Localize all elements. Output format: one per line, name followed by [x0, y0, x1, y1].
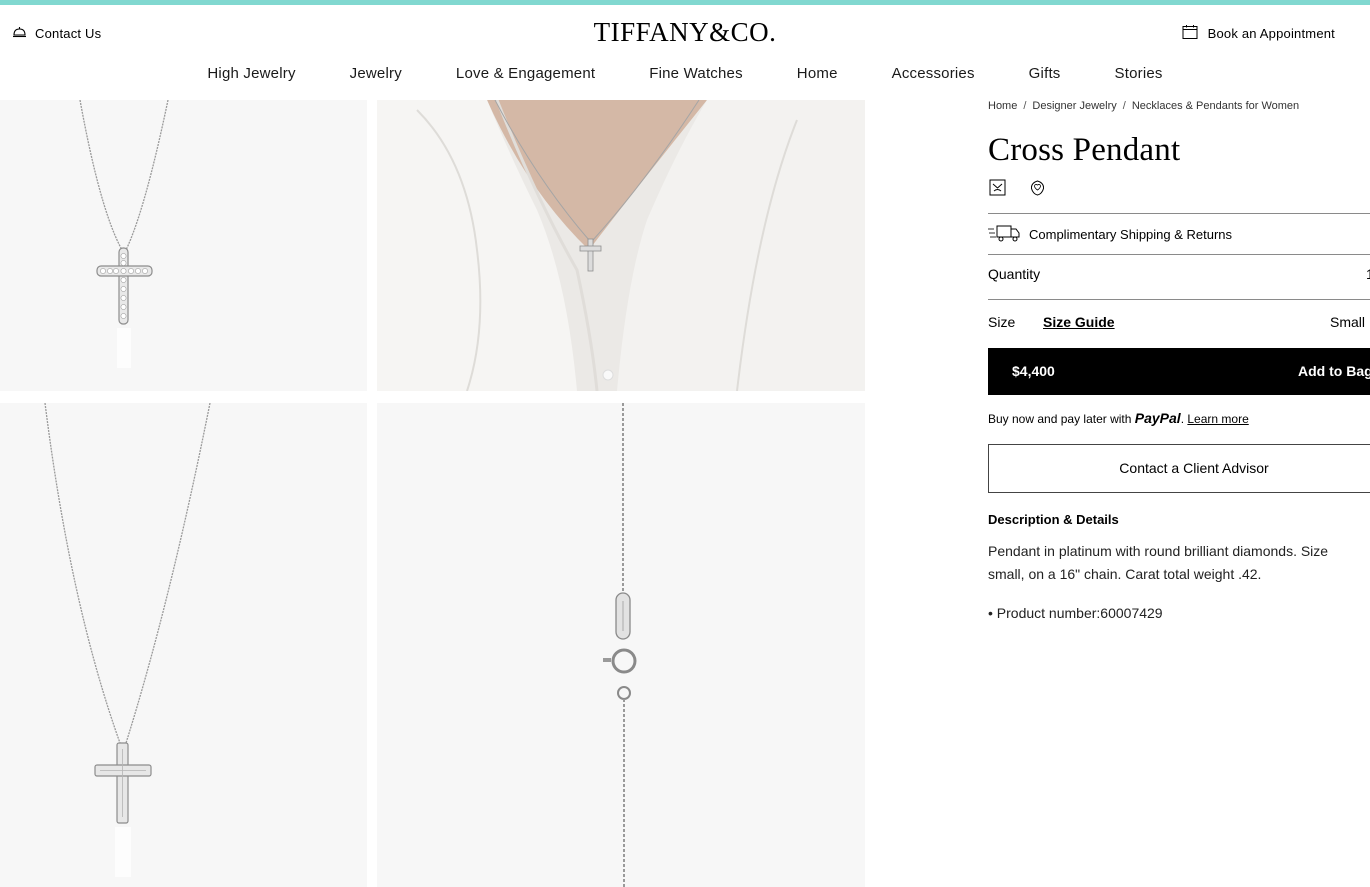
add-to-bag-button[interactable]: $4,400 Add to Bag — [988, 348, 1370, 395]
breadcrumb-necklaces-pendants[interactable]: Necklaces & Pendants for Women — [1132, 100, 1299, 112]
nav-item-stories[interactable]: Stories — [1115, 65, 1163, 82]
book-appointment-link[interactable]: Book an Appointment — [1182, 24, 1335, 43]
cross-pendant-closeup-image — [79, 100, 169, 368]
quantity-row: Quantity 1 — [988, 266, 1370, 282]
product-image-closeup[interactable] — [0, 100, 367, 391]
nav-item-home[interactable]: Home — [797, 65, 838, 82]
quantity-selector[interactable]: 1 — [1366, 266, 1370, 282]
product-image-full-chain[interactable] — [0, 403, 367, 887]
nav-item-fine-watches[interactable]: Fine Watches — [649, 65, 743, 82]
contact-advisor-label: Contact a Client Advisor — [1119, 460, 1269, 476]
site-header: Contact Us TIFFANY&CO. Book an Appointme… — [0, 5, 1370, 100]
quantity-label: Quantity — [988, 266, 1041, 282]
chain-clasp-detail-image — [603, 403, 637, 887]
paypal-logo: PayPal — [1134, 410, 1181, 426]
delivery-truck-icon — [988, 224, 1021, 245]
pendant-full-chain-image — [44, 403, 211, 877]
size-selector[interactable]: Small — [1330, 314, 1365, 330]
heart-tag-icon[interactable] — [1028, 178, 1046, 196]
product-details-panel: Home / Designer Jewelry / Necklaces & Pendan… — [988, 100, 1370, 887]
contact-advisor-button[interactable]: Contact a Client Advisor — [988, 444, 1370, 493]
product-image-on-model[interactable] — [377, 100, 865, 391]
brand-logo[interactable]: TIFFANY&CO. — [0, 17, 1370, 48]
divider — [988, 213, 1370, 214]
model-wearing-pendant-image — [377, 100, 865, 391]
book-appointment-label: Book an Appointment — [1207, 26, 1335, 41]
breadcrumb-separator: / — [1122, 100, 1126, 112]
paypal-prefix: Buy now and pay later with — [988, 412, 1132, 426]
calendar-icon — [1182, 24, 1198, 43]
product-actions — [988, 178, 1046, 196]
add-to-bag-label: Add to Bag — [1298, 363, 1370, 379]
product-price: $4,400 — [1012, 363, 1055, 379]
breadcrumb-separator: / — [1023, 100, 1027, 112]
gift-box-icon[interactable] — [988, 178, 1006, 196]
nav-item-gifts[interactable]: Gifts — [1029, 65, 1061, 82]
nav-item-love-engagement[interactable]: Love & Engagement — [456, 65, 595, 82]
divider — [988, 254, 1370, 255]
size-row: Size Size Guide Small — [988, 314, 1370, 330]
paypal-learn-more-link[interactable]: Learn more — [1187, 412, 1248, 426]
nav-item-jewelry[interactable]: Jewelry — [350, 65, 402, 82]
product-title: Cross Pendant — [988, 132, 1181, 168]
breadcrumb: Home / Designer Jewelry / Necklaces & Pendan… — [988, 100, 1299, 112]
breadcrumb-home[interactable]: Home — [988, 100, 1017, 112]
shipping-label: Complimentary Shipping & Returns — [1029, 227, 1233, 242]
description-text: Pendant in platinum with round brilliant… — [988, 543, 1329, 582]
description-heading[interactable]: Description & Details — [988, 512, 1119, 527]
size-guide-link[interactable]: Size Guide — [1043, 314, 1115, 330]
product-image-clasp[interactable] — [377, 403, 865, 887]
size-label: Size — [988, 314, 1016, 330]
product-number: • Product number:60007429 — [988, 605, 1163, 621]
divider — [988, 299, 1370, 300]
product-number-value: 60007429 — [1100, 605, 1163, 621]
breadcrumb-designer-jewelry[interactable]: Designer Jewelry — [1032, 100, 1116, 112]
nav-item-accessories[interactable]: Accessories — [892, 65, 975, 82]
shipping-info: Complimentary Shipping & Returns — [988, 224, 1232, 245]
bullet: • — [988, 605, 993, 621]
paypal-promo: Buy now and pay later with PayPal. Learn… — [988, 410, 1249, 426]
product-number-label: Product number: — [996, 605, 1101, 621]
nav-item-high-jewelry[interactable]: High Jewelry — [207, 65, 295, 82]
main-nav: High Jewelry Jewelry Love & Engagement F… — [0, 65, 1370, 82]
